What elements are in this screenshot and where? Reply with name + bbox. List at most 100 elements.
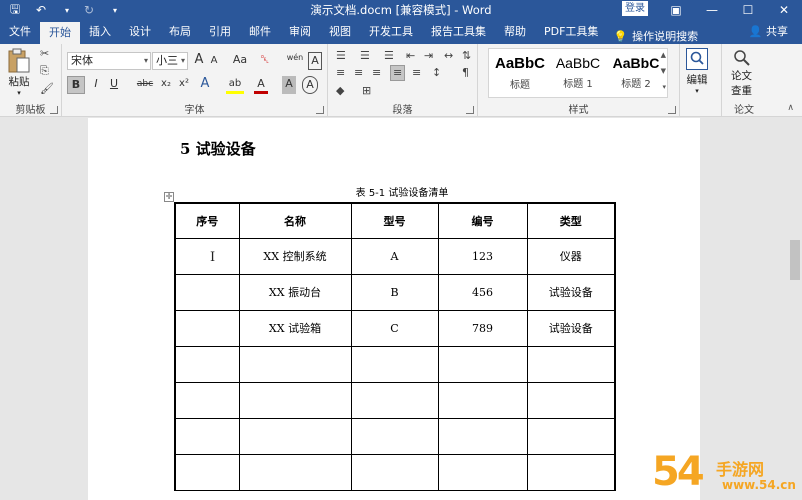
table-cell[interactable]: 456: [437, 273, 528, 311]
table-cell[interactable]: XX 振动台: [238, 273, 352, 311]
multilevel-list-icon[interactable]: ☰: [384, 49, 394, 63]
align-center-icon[interactable]: ≡: [354, 66, 363, 80]
table-cell[interactable]: [174, 453, 240, 491]
subscript-button[interactable]: x₂: [158, 76, 174, 94]
table-cell[interactable]: [437, 381, 528, 419]
format-painter-icon[interactable]: 🖌: [40, 82, 54, 96]
underline-button[interactable]: U: [106, 76, 122, 94]
font-launcher-icon[interactable]: [316, 106, 324, 114]
char-shading-button[interactable]: A: [282, 76, 296, 94]
table-cell[interactable]: XX 控制系统: [238, 237, 352, 275]
tab-review[interactable]: 审阅: [280, 20, 320, 44]
table-cell[interactable]: [174, 273, 240, 311]
tab-file[interactable]: 文件: [0, 20, 40, 44]
gallery-more-icon[interactable]: ▾: [662, 83, 666, 91]
collapse-ribbon-icon[interactable]: ∧: [787, 103, 794, 113]
table-cell[interactable]: [174, 345, 240, 383]
restore-icon[interactable]: ☐: [730, 0, 766, 20]
table-cell[interactable]: A: [350, 237, 439, 275]
table-cell[interactable]: [526, 417, 616, 455]
style-title[interactable]: AaBbC 标题: [491, 55, 549, 91]
tab-developer[interactable]: 开发工具: [360, 20, 422, 44]
italic-button[interactable]: I: [88, 76, 104, 94]
table-cell[interactable]: [350, 417, 439, 455]
tab-design[interactable]: 设计: [120, 20, 160, 44]
table-cell[interactable]: [350, 453, 439, 491]
phonetic-guide-button[interactable]: wén: [286, 50, 304, 68]
table-cell[interactable]: [526, 345, 616, 383]
table-cell[interactable]: 123: [437, 237, 528, 275]
table-cell[interactable]: 789: [437, 309, 528, 347]
table-cell[interactable]: [174, 309, 240, 347]
header-cell[interactable]: 类型: [526, 202, 616, 239]
table-cell[interactable]: [437, 417, 528, 455]
document-page[interactable]: 5 试验设备 表 5-1 试验设备清单 ✛ 序号 名称 型号 编号 类型 XX …: [88, 118, 700, 500]
tell-me-search[interactable]: 💡 操作说明搜索: [607, 28, 698, 44]
font-size-select[interactable]: 小三 ▾: [152, 52, 188, 70]
vertical-scrollbar[interactable]: [788, 118, 802, 500]
show-marks-icon[interactable]: ¶: [462, 66, 469, 80]
chinese-layout-icon[interactable]: ↔: [444, 49, 453, 63]
styles-launcher-icon[interactable]: [668, 106, 676, 114]
table-cell[interactable]: [238, 453, 352, 491]
gallery-scroll-up-icon[interactable]: ▲: [661, 51, 666, 59]
line-spacing-icon[interactable]: ↕: [432, 66, 441, 80]
header-cell[interactable]: 编号: [437, 202, 528, 239]
undo-icon[interactable]: ↶: [32, 1, 50, 19]
table-cell[interactable]: [350, 345, 439, 383]
cut-icon[interactable]: ✂: [40, 47, 49, 61]
tab-report-tools[interactable]: 报告工具集: [422, 20, 495, 44]
paste-button[interactable]: 粘贴 ▾: [8, 48, 30, 97]
tab-pdf-tools[interactable]: PDF工具集: [535, 20, 607, 44]
distributed-icon[interactable]: ≡: [412, 66, 421, 80]
strikethrough-button[interactable]: abc: [134, 76, 156, 94]
table-cell[interactable]: [174, 381, 240, 419]
shrink-font-button[interactable]: A: [208, 53, 220, 71]
save-icon[interactable]: 🖫: [6, 1, 24, 19]
table-cell[interactable]: [526, 453, 616, 491]
clear-formatting-icon[interactable]: ␡: [258, 52, 272, 70]
shading-icon[interactable]: ◆: [336, 84, 344, 98]
table-cell[interactable]: [526, 381, 616, 419]
editing-button[interactable]: 编辑 ▾: [686, 48, 708, 95]
table-cell[interactable]: [437, 453, 528, 491]
sort-icon[interactable]: ⇅: [462, 49, 471, 63]
clipboard-launcher-icon[interactable]: [50, 106, 58, 114]
justify-icon[interactable]: ≡: [390, 65, 406, 81]
numbering-icon[interactable]: ☰: [360, 49, 370, 63]
table-cell[interactable]: [174, 237, 240, 275]
font-name-select[interactable]: 宋体 ▾: [67, 52, 151, 70]
text-effects-button[interactable]: A: [198, 76, 212, 94]
highlight-button[interactable]: ab: [226, 76, 244, 94]
table-cell[interactable]: 试验设备: [526, 273, 616, 311]
decrease-indent-icon[interactable]: ⇤: [406, 49, 415, 63]
grow-font-button[interactable]: A: [192, 52, 206, 70]
table-cell[interactable]: [350, 381, 439, 419]
share-button[interactable]: 👤 共享: [749, 20, 788, 44]
align-right-icon[interactable]: ≡: [372, 66, 381, 80]
bold-button[interactable]: B: [67, 76, 85, 94]
increase-indent-icon[interactable]: ⇥: [424, 49, 433, 63]
table-cell[interactable]: [437, 345, 528, 383]
tab-mailings[interactable]: 邮件: [240, 20, 280, 44]
table-move-handle-icon[interactable]: ✛: [164, 192, 174, 202]
table-cell[interactable]: [238, 417, 352, 455]
tab-help[interactable]: 帮助: [495, 20, 535, 44]
table-cell[interactable]: [174, 417, 240, 455]
table-cell[interactable]: [238, 381, 352, 419]
customize-qat-icon[interactable]: ▾: [106, 1, 124, 19]
ribbon-display-options-icon[interactable]: ▣: [658, 0, 694, 20]
tab-references[interactable]: 引用: [200, 20, 240, 44]
login-button[interactable]: 登录: [622, 1, 648, 16]
borders-icon[interactable]: ⊞: [362, 84, 371, 98]
paragraph-launcher-icon[interactable]: [466, 106, 474, 114]
table-cell[interactable]: C: [350, 309, 439, 347]
tab-insert[interactable]: 插入: [80, 20, 120, 44]
table-cell[interactable]: 试验设备: [526, 309, 616, 347]
table-cell[interactable]: B: [350, 273, 439, 311]
header-cell[interactable]: 序号: [174, 202, 240, 239]
scrollbar-thumb[interactable]: [790, 240, 800, 280]
tab-layout[interactable]: 布局: [160, 20, 200, 44]
font-color-button[interactable]: A: [254, 76, 268, 94]
table-cell[interactable]: 仪器: [526, 237, 616, 275]
